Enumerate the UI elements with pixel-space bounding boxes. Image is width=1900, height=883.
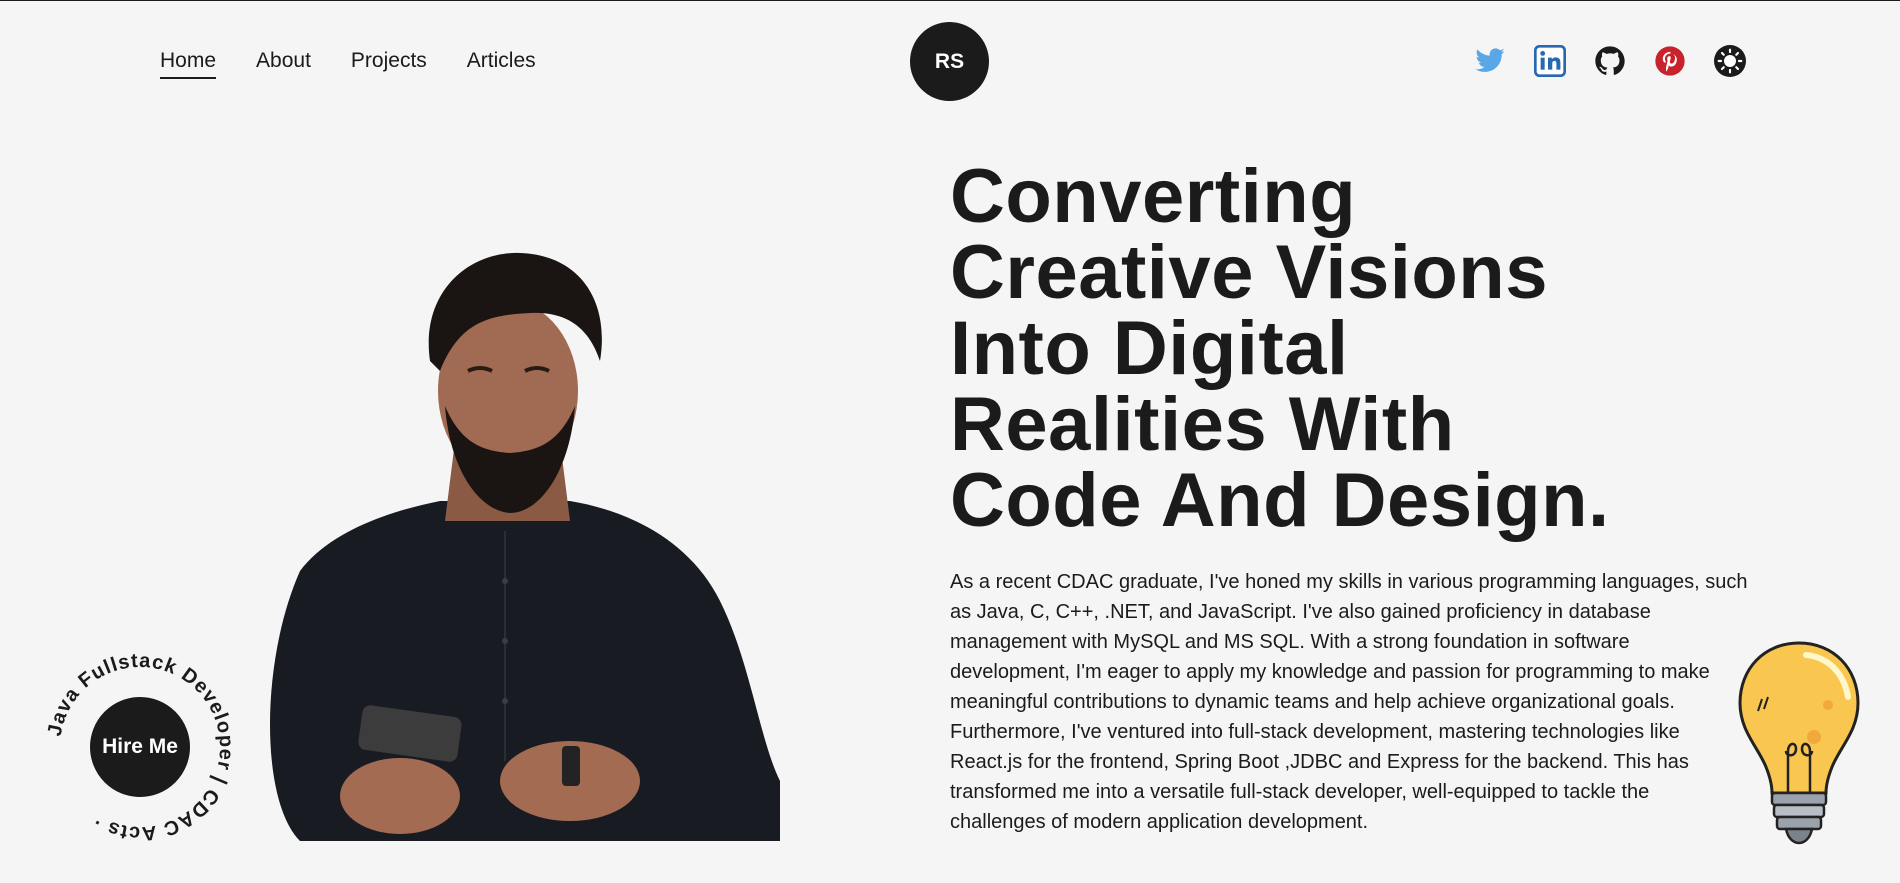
headline-line: Converting	[950, 154, 1357, 239]
logo[interactable]: RS	[910, 22, 989, 101]
headline-line: Realities With	[950, 382, 1455, 467]
headline-line: Into Digital	[950, 306, 1349, 391]
nav-links: Home About Projects Articles	[160, 49, 576, 79]
hero-description: As a recent CDAC graduate, I've honed my…	[950, 571, 1748, 833]
pinterest-icon	[1655, 46, 1685, 76]
hire-me-button[interactable]: Hire Me	[90, 697, 190, 797]
hire-me-badge: Java Fullstack Developer | CDAC Acts · H…	[40, 647, 240, 847]
profile-photo	[240, 241, 800, 851]
lightbulb-illustration	[1736, 639, 1862, 849]
twitter-link[interactable]	[1470, 41, 1510, 81]
hero-headline: Converting Creative Visions Into Digital…	[950, 159, 1740, 539]
nav-link-home[interactable]: Home	[160, 49, 217, 79]
social-links	[1470, 41, 1750, 81]
linkedin-icon	[1534, 45, 1566, 77]
developer-illustration	[270, 252, 780, 841]
headline-line: Code And Design.	[950, 458, 1610, 543]
theme-toggle-button[interactable]	[1710, 41, 1750, 81]
pinterest-link[interactable]	[1650, 41, 1690, 81]
nav-link-projects[interactable]: Projects	[351, 49, 427, 77]
github-icon	[1595, 46, 1625, 75]
sun-icon	[1714, 45, 1746, 77]
nav-link-about[interactable]: About	[256, 49, 311, 77]
linkedin-link[interactable]	[1530, 41, 1570, 81]
nav-link-articles[interactable]: Articles	[467, 49, 536, 77]
headline-line: Creative Visions	[950, 230, 1549, 315]
github-link[interactable]	[1590, 41, 1630, 81]
lightbulb-icon	[1738, 641, 1860, 845]
twitter-icon	[1475, 48, 1505, 72]
top-nav: Home About Projects Articles RS	[0, 1, 1900, 121]
